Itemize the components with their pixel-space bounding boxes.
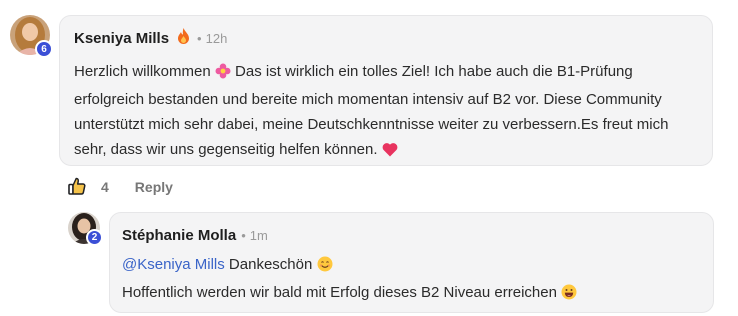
flower-emoji-icon [215,62,231,87]
smile-emoji-icon [317,255,333,280]
reply-button[interactable]: Reply [135,179,173,195]
meta-separator: • [241,228,246,243]
fire-icon [177,28,190,49]
reply-timestamp: 1m [249,228,268,243]
reply-body: @Kseniya Mills Dankeschön Hoffentlich we… [122,252,701,308]
author-name[interactable]: Stéphanie Molla [122,227,236,244]
level-badge: 2 [86,229,103,246]
mention-link[interactable]: @Kseniya Mills [122,256,225,273]
like-icon[interactable] [67,176,89,199]
comment-bubble: Kseniya Mills • 12h Herzlich willkommen … [59,15,713,166]
comment-text: Herzlich willkommen [74,63,215,80]
like-count: 4 [101,179,109,195]
comment-body: Herzlich willkommen Das ist wirklich ein… [74,59,698,165]
author-name[interactable]: Kseniya Mills [74,30,169,47]
comment-timestamp: 12h [205,31,228,46]
reply-header: Stéphanie Molla • 1m [122,227,701,244]
reply-line-2: Hoffentlich werden wir bald mit Erfolg d… [122,280,701,308]
reply-bubble: Stéphanie Molla • 1m @Kseniya Mills Dank… [109,212,714,313]
heart-emoji-icon [382,140,398,165]
reply-text: Hoffentlich werden wir bald mit Erfolg d… [122,284,562,301]
reply-line-1: @Kseniya Mills Dankeschön [122,252,701,280]
comment-actions: 4 Reply [67,175,173,199]
meta-separator: • [197,31,202,46]
level-badge: 6 [35,40,53,58]
comment-header: Kseniya Mills • 12h [74,28,698,49]
grin-emoji-icon [561,283,577,308]
reply-text: Dankeschön [224,256,317,273]
